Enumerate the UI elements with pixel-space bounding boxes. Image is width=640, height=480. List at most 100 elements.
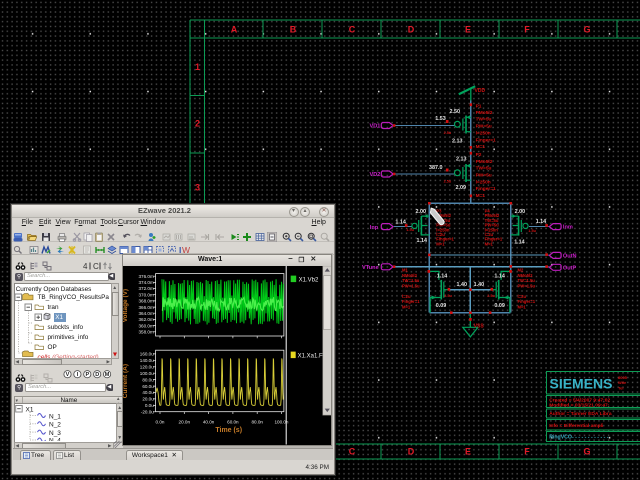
svg-text:l=250n: l=250n [476,180,491,186]
svg-text:G: G [583,25,590,35]
svg-text:Created = 5/4/2007 9:47:02: Created = 5/4/2007 9:47:02 [549,397,610,403]
svg-text:F: F [524,447,530,457]
svg-text:NMo5l2: NMo5l2 [402,273,418,278]
svg-text:4: 4 [83,262,88,271]
svg-text:A: A [231,25,238,35]
svg-text:374.0m: 374.0m [138,280,153,285]
svg-text:V: V [66,373,70,379]
svg-text:OutP: OutP [563,265,577,271]
svg-text:372.0m: 372.0m [138,287,153,292]
svg-text:360.0m: 360.0m [138,324,153,329]
svg-text:3: 3 [195,183,200,193]
svg-text:M2: M2 [518,267,524,272]
svg-text:M=1: M=1 [485,241,494,246]
svg-text:1: 1 [195,62,200,72]
svg-text:80.0u: 80.0u [142,378,154,383]
svg-text:E: E [465,25,471,35]
svg-text:40.0n: 40.0n [203,420,215,425]
svg-text:368.0m: 368.0m [138,299,153,304]
svg-text:40.0u: 40.0u [142,391,154,396]
svg-text:VD2: VD2 [370,172,381,178]
svg-text:2.5u: 2.5u [444,131,452,135]
svg-text:1.14: 1.14 [437,274,448,280]
svg-text:100.0u: 100.0u [140,371,154,376]
svg-text:E: E [465,447,471,457]
svg-text:D: D [95,373,99,379]
svg-text:TW=5u: TW=5u [476,166,492,172]
svg-text:Finger=1: Finger=1 [476,137,496,143]
svg-text:M1: M1 [402,267,408,272]
svg-text:Inp: Inp [370,225,379,231]
svg-text:M=1: M=1 [436,241,445,246]
svg-text:120.0u: 120.0u [140,365,154,370]
svg-text:X1: X1 [25,407,33,414]
svg-text:PMo5l2: PMo5l2 [476,110,493,116]
svg-text:Info = Differential ampli: Info = Differential ampli [549,423,604,429]
svg-text:D: D [408,447,415,457]
svg-text:370.0m: 370.0m [138,293,153,298]
svg-text:Finger=1: Finger=1 [518,299,536,304]
svg-text:Finger=1: Finger=1 [402,299,420,304]
svg-text:1.53: 1.53 [435,116,446,122]
svg-text:1.5u: 1.5u [528,229,536,233]
svg-text:B: B [290,25,297,35]
svg-text:NMo5l2: NMo5l2 [518,273,534,278]
svg-text:P1: P1 [476,103,482,109]
svg-text:2.50: 2.50 [450,109,461,115]
svg-text:364.0m: 364.0m [138,311,153,316]
svg-text:OutN: OutN [563,253,577,259]
svg-text:60.0u: 60.0u [142,384,154,389]
svg-text:387.0: 387.0 [429,165,443,171]
svg-text:P2: P2 [476,152,482,158]
svg-text:D: D [408,25,415,35]
svg-text:358.0m: 358.0m [138,330,153,335]
svg-text:1.14: 1.14 [417,238,428,244]
svg-text:Current (A): Current (A) [123,364,129,398]
svg-text:2.00: 2.00 [416,209,427,215]
svg-text:1.14: 1.14 [536,219,547,225]
svg-text:N_2: N_2 [49,422,61,429]
svg-text:Author = Tanner EDA Libra: Author = Tanner EDA Libra [549,411,612,417]
svg-text:C: C [93,262,99,271]
svg-text:2: 2 [195,119,200,129]
svg-text:N_4: N_4 [49,438,61,441]
svg-text:N_3: N_3 [49,430,61,437]
svg-text:N_1: N_1 [49,413,61,420]
svg-text:M=1: M=1 [518,305,527,310]
svg-text:140.0u: 140.0u [140,358,154,363]
svg-text:TW=1.5u: TW=1.5u [518,278,536,283]
svg-text:Finger=1: Finger=1 [476,186,496,192]
svg-text:F: F [524,25,530,35]
svg-text:1.14: 1.14 [395,219,406,225]
svg-text:362.0m: 362.0m [138,317,153,322]
svg-text:VDD: VDD [475,88,486,94]
svg-text:366.0m: 366.0m [138,305,153,310]
svg-text:20.0n: 20.0n [178,420,190,425]
svg-text:0.09: 0.09 [494,303,505,309]
svg-text:M=1: M=1 [476,144,486,150]
svg-text:1.14: 1.14 [494,274,505,280]
svg-text:RingVCO- - - - - - - - - - - -: RingVCO- - - - - - - - - - - - [549,434,609,440]
svg-text:1.14: 1.14 [514,239,525,245]
svg-text:TW=1.5u: TW=1.5u [402,278,420,283]
svg-text:PW=5u: PW=5u [476,172,492,178]
svg-text:2.5u: 2.5u [444,294,452,298]
svg-text:0.09: 0.09 [436,303,447,309]
svg-text:20.0u: 20.0u [142,397,154,402]
svg-text:8005: 8005 [618,375,628,380]
svg-text:60.0n: 60.0n [227,420,239,425]
svg-text:2.09: 2.09 [456,185,467,191]
svg-text:2.00: 2.00 [515,209,526,215]
svg-text:Tel: Tel [618,386,623,391]
svg-text:PW=1.5u: PW=1.5u [518,284,536,289]
svg-text:1.40: 1.40 [457,282,468,288]
svg-text:M=1: M=1 [402,305,411,310]
svg-text:2.13: 2.13 [456,157,467,163]
svg-text:80.0n: 80.0n [251,420,263,425]
svg-text:Inm: Inm [563,225,573,231]
svg-text:2.13: 2.13 [452,139,463,145]
svg-text:Time (s): Time (s) [215,427,242,434]
svg-text:C: C [349,447,356,457]
svg-text:376.0m: 376.0m [138,274,153,279]
svg-text:l=250n: l=250n [476,131,491,137]
